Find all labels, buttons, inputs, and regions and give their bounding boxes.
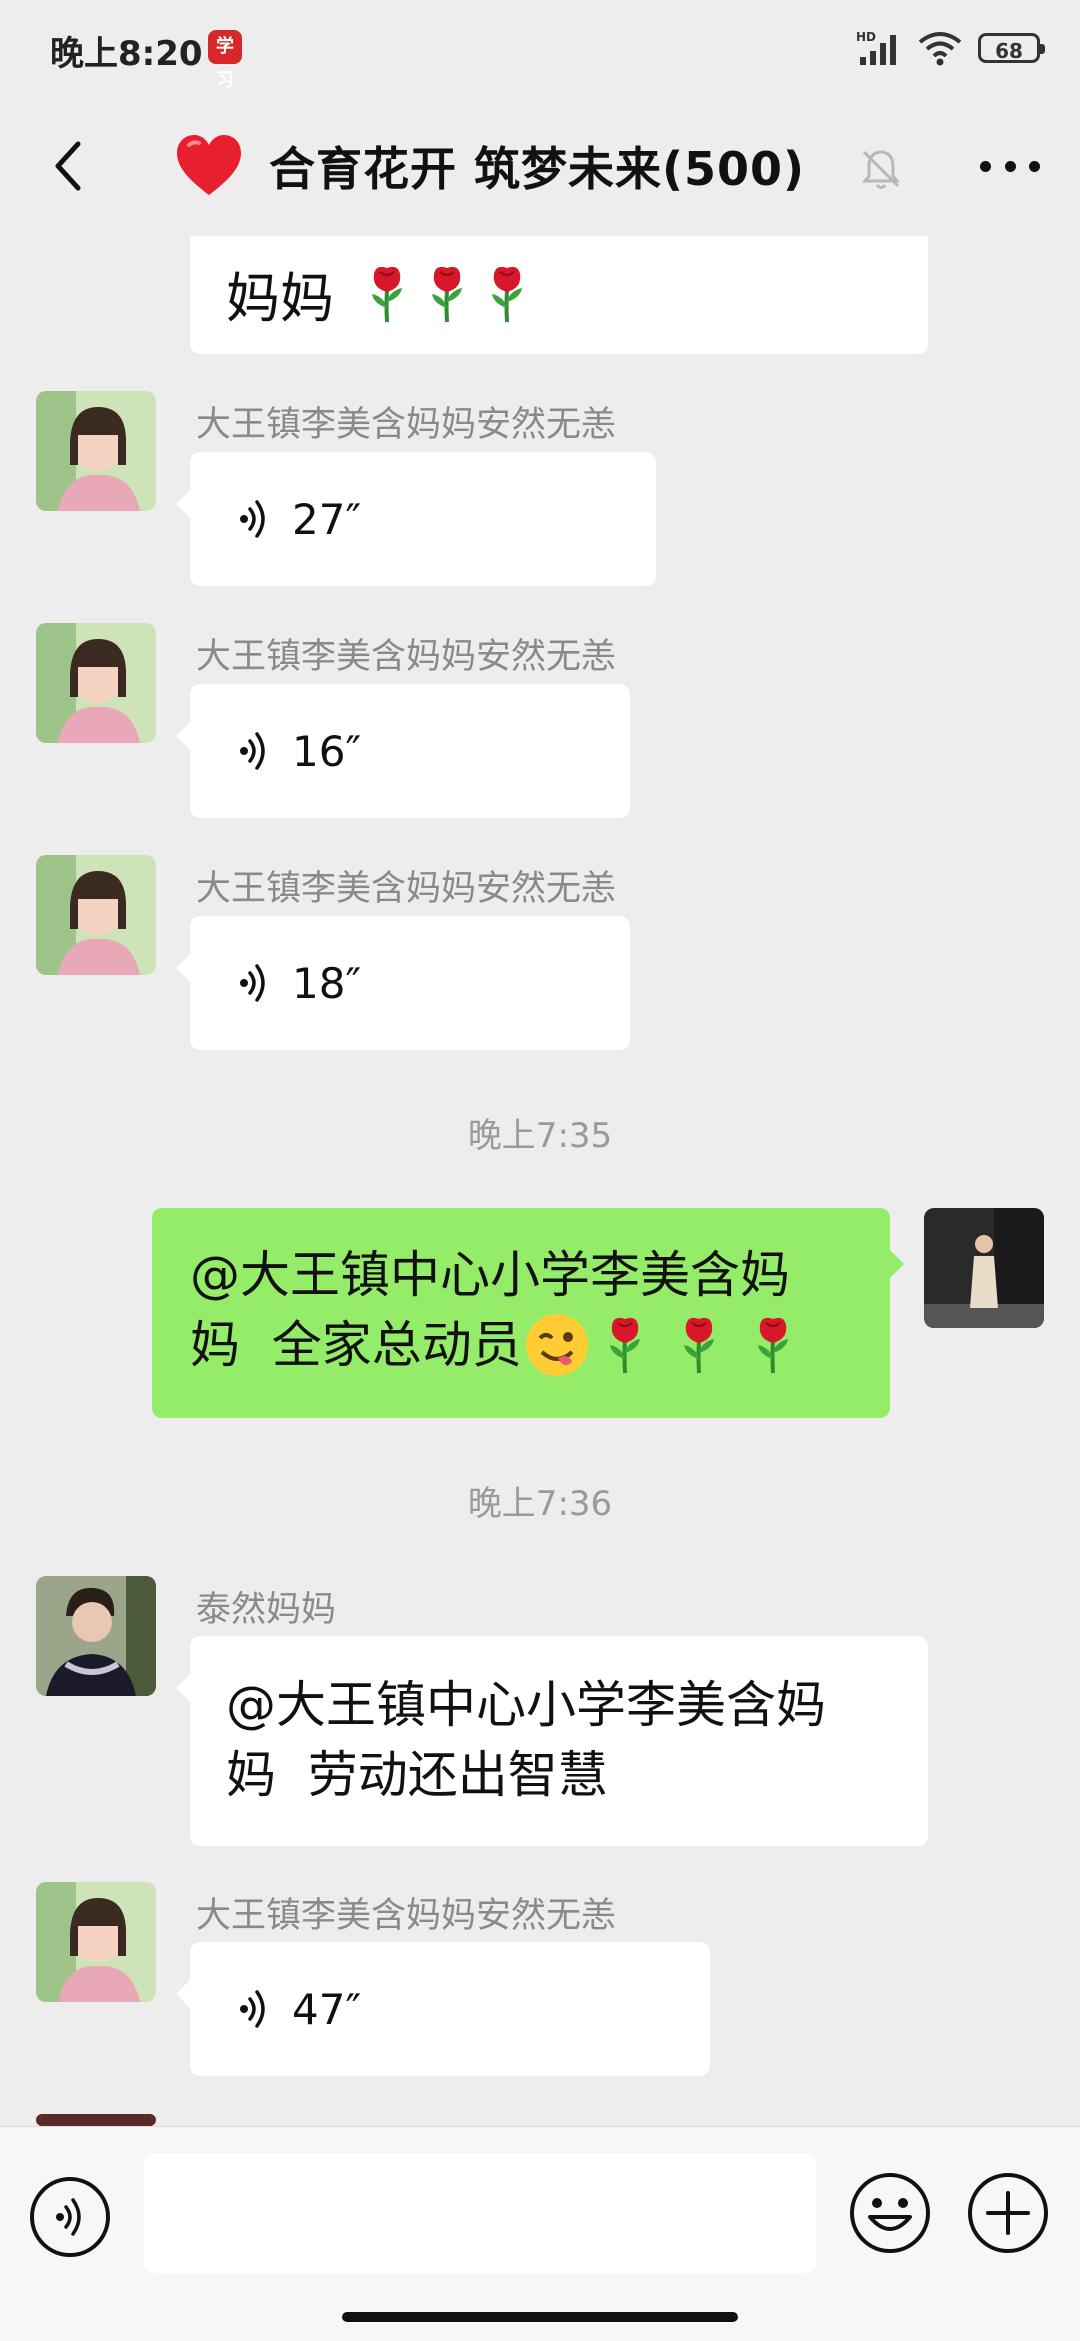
avatar[interactable]	[36, 391, 156, 511]
message-text: @大王镇中心小学李美含妈 妈 全家总动员	[190, 1240, 860, 1380]
voice-icon	[54, 2198, 81, 2236]
avatar[interactable]	[36, 1576, 156, 1696]
chat-title[interactable]: 合育花开 筑梦未来(500)	[269, 133, 805, 199]
text-message[interactable]: @大王镇中心小学李美含妈 妈 劳动还出智慧	[176, 1636, 928, 1846]
voice-input-button[interactable]	[30, 2177, 110, 2257]
heart-icon	[177, 135, 241, 195]
message-line: @大王镇中心小学李美含妈	[226, 1676, 826, 1734]
message-line: 妈 劳动还出智慧	[226, 1746, 608, 1804]
status-icons: HD 68	[856, 26, 1045, 70]
own-message[interactable]: @大王镇中心小学李美含妈 妈 全家总动员	[152, 1208, 904, 1418]
more-icon[interactable]	[980, 148, 1040, 184]
network-type-label: HD	[856, 30, 876, 44]
plus-icon[interactable]	[966, 2171, 1050, 2255]
message-line-2: 妈 全家总动员	[190, 1310, 860, 1380]
status-time: 晚上8:20	[50, 34, 203, 74]
avatar[interactable]	[36, 623, 156, 743]
message-input[interactable]	[144, 2153, 816, 2273]
rose-icon	[430, 264, 464, 324]
rose-icon	[607, 1315, 642, 1375]
title-wrap: 合育花开 筑梦未来(500)	[175, 126, 805, 206]
own-avatar[interactable]	[924, 1208, 1044, 1328]
voice-message[interactable]: 16″	[176, 684, 630, 818]
message-text: @大王镇中心小学李美含妈 妈 劳动还出智慧	[226, 1670, 898, 1810]
timestamp: 晚上7:35	[467, 1116, 613, 1156]
rose-icon	[490, 264, 524, 324]
voice-duration: 27″	[292, 494, 362, 544]
avatar[interactable]	[36, 1882, 156, 2002]
voice-duration: 18″	[292, 958, 362, 1008]
sender-name: 大王镇李美含妈妈安然无恙	[196, 405, 617, 445]
chat-header: 合育花开 筑梦未来(500)	[0, 96, 1080, 236]
voice-content: 18″	[238, 916, 361, 1050]
voice-duration: 16″	[292, 726, 362, 776]
battery-icon: 68	[978, 33, 1045, 63]
voice-message[interactable]: 47″	[176, 1942, 710, 2076]
message-text: 妈妈	[226, 267, 334, 330]
voice-message[interactable]: 27″	[176, 452, 656, 586]
voice-icon	[238, 732, 265, 770]
app-notification-icon: 学习	[208, 30, 242, 91]
sender-name: 大王镇李美含妈妈安然无恙	[196, 869, 617, 909]
emoji-icon[interactable]	[848, 2171, 932, 2255]
rose-icon	[370, 264, 404, 324]
wink-emoji-icon	[525, 1314, 588, 1376]
voice-icon	[238, 500, 265, 538]
voice-icon	[238, 964, 265, 1002]
rose-icon	[681, 1315, 716, 1375]
message-list[interactable]: 妈妈 大王镇李美含妈妈安然无恙 27″ 大王镇李美含妈妈安然无恙 16″ 大王镇…	[0, 236, 1080, 2126]
voice-content: 27″	[238, 452, 361, 586]
voice-duration: 47″	[292, 1984, 362, 2034]
input-bar	[0, 2126, 1080, 2341]
back-icon[interactable]	[40, 136, 100, 196]
message-line: 妈 全家总动员	[190, 1316, 522, 1374]
sender-name: 大王镇李美含妈妈安然无恙	[196, 637, 617, 677]
home-indicator[interactable]	[342, 2312, 738, 2322]
signal-icon: HD	[856, 30, 896, 65]
avatar[interactable]	[36, 2114, 156, 2126]
voice-message[interactable]: 18″	[176, 916, 630, 1050]
mute-icon	[861, 150, 901, 189]
sender-name: 泰然妈妈	[196, 1590, 337, 1630]
message-line: @大王镇中心小学李美含妈	[190, 1246, 790, 1304]
wifi-icon	[918, 32, 962, 66]
sender-name: 大王镇李美含妈妈安然无恙	[196, 1896, 617, 1936]
message-bubble-partial[interactable]: 妈妈	[190, 236, 928, 354]
avatar[interactable]	[36, 855, 156, 975]
timestamp: 晚上7:36	[467, 1484, 613, 1524]
voice-content: 16″	[238, 684, 361, 818]
rose-icon	[755, 1315, 790, 1375]
status-bar: 晚上8:20 学习 HD 68	[0, 0, 1080, 96]
voice-content: 47″	[238, 1942, 361, 2076]
voice-icon	[238, 1990, 265, 2028]
